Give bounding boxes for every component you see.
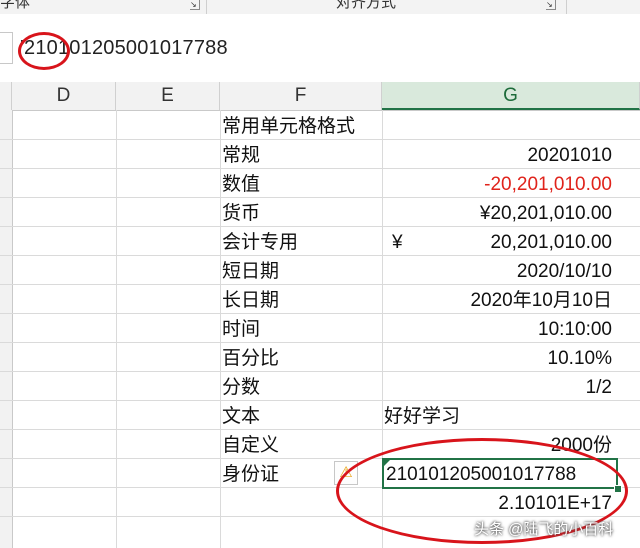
grid-line	[116, 110, 117, 548]
ribbon-separator	[566, 0, 567, 14]
cell-format-label[interactable]: 文本	[222, 402, 380, 431]
column-header-f[interactable]: F	[220, 82, 382, 110]
cell-format-value[interactable]: -20,201,010.00	[384, 170, 612, 199]
cell-format-label[interactable]: 百分比	[222, 344, 380, 373]
formula-input[interactable]: '210101205001017788	[20, 26, 620, 70]
column-headers: D E F G	[0, 82, 640, 111]
ribbon-separator	[206, 0, 207, 14]
cell-format-label[interactable]: 长日期	[222, 286, 380, 315]
cell-format-label[interactable]: 数值	[222, 170, 380, 199]
name-box[interactable]	[0, 32, 13, 64]
cell-f-header[interactable]: 常用单元格格式	[222, 112, 380, 141]
column-header-e[interactable]: E	[116, 82, 220, 110]
watermark-text: 头条 @陆飞的小百科	[474, 521, 614, 538]
cell-format-value[interactable]: 2020年10月10日	[384, 286, 612, 315]
formula-bar: '210101205001017788	[0, 14, 640, 83]
cell-format-label[interactable]: 货币	[222, 199, 380, 228]
cell-format-value[interactable]: 好好学习	[384, 402, 612, 431]
grid-line	[220, 110, 221, 548]
align-dialog-launcher-icon[interactable]: ↘	[546, 0, 556, 10]
ribbon-group-font-label: 字体	[0, 0, 31, 11]
cell-format-value[interactable]: 10:10:00	[384, 315, 612, 344]
font-dialog-launcher-icon[interactable]: ↘	[190, 0, 200, 10]
cell-format-value[interactable]: 2020/10/10	[384, 257, 612, 286]
select-all-corner[interactable]	[0, 82, 12, 110]
annotation-circle-apostrophe	[18, 32, 70, 70]
cell-format-label[interactable]: 短日期	[222, 257, 380, 286]
cell-format-value[interactable]: 20,201,010.00	[384, 228, 612, 257]
cell-format-label[interactable]: 常规	[222, 141, 380, 170]
cell-format-value[interactable]: 20201010	[384, 141, 612, 170]
cell-format-value[interactable]: ¥20,201,010.00	[384, 199, 612, 228]
ribbon-group-align-label: 对齐方式	[336, 0, 397, 11]
cell-format-value[interactable]: 1/2	[384, 373, 612, 402]
cell-format-label[interactable]: 自定义	[222, 431, 380, 460]
cell-format-label[interactable]: 分数	[222, 373, 380, 402]
cell-format-label[interactable]: 时间	[222, 315, 380, 344]
column-header-d[interactable]: D	[12, 82, 116, 110]
cell-format-value[interactable]: 10.10%	[384, 344, 612, 373]
column-header-g[interactable]: G	[382, 82, 640, 110]
cell-format-label[interactable]: 会计专用	[222, 228, 380, 257]
row-header-strip[interactable]	[0, 110, 13, 548]
ribbon-bottom-strip: 字体 ↘ 对齐方式 ↘	[0, 0, 640, 15]
